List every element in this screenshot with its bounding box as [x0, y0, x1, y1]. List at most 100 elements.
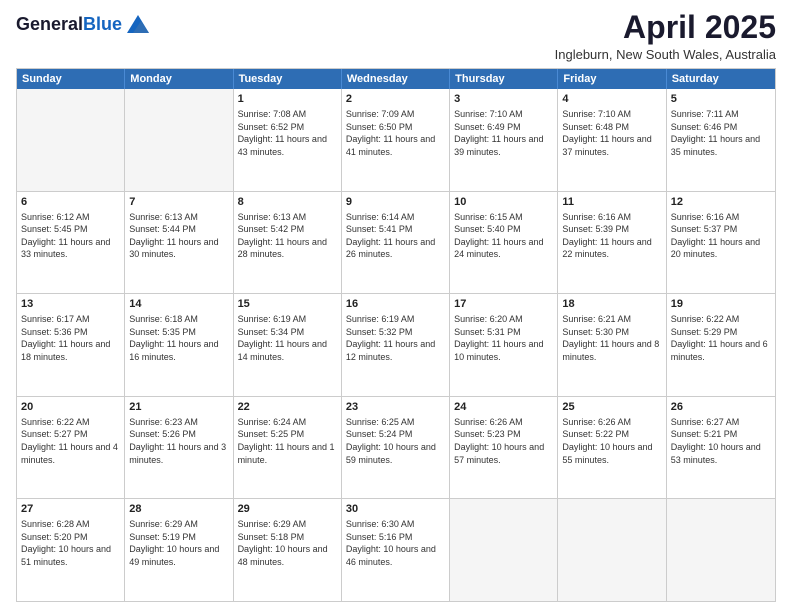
- day-number: 10: [454, 195, 553, 210]
- cell-info: Sunrise: 6:29 AMSunset: 5:18 PMDaylight:…: [238, 518, 337, 568]
- calendar-cell: 24Sunrise: 6:26 AMSunset: 5:23 PMDayligh…: [450, 397, 558, 499]
- day-number: 15: [238, 297, 337, 312]
- cell-info: Sunrise: 6:15 AMSunset: 5:40 PMDaylight:…: [454, 211, 553, 261]
- calendar-week-row: 13Sunrise: 6:17 AMSunset: 5:36 PMDayligh…: [17, 293, 775, 396]
- calendar-cell: [125, 89, 233, 191]
- cell-info: Sunrise: 6:13 AMSunset: 5:42 PMDaylight:…: [238, 211, 337, 261]
- day-number: 23: [346, 400, 445, 415]
- calendar-cell: 21Sunrise: 6:23 AMSunset: 5:26 PMDayligh…: [125, 397, 233, 499]
- day-number: 22: [238, 400, 337, 415]
- calendar-cell: 2Sunrise: 7:09 AMSunset: 6:50 PMDaylight…: [342, 89, 450, 191]
- calendar-cell: 16Sunrise: 6:19 AMSunset: 5:32 PMDayligh…: [342, 294, 450, 396]
- cell-info: Sunrise: 6:19 AMSunset: 5:34 PMDaylight:…: [238, 313, 337, 363]
- calendar-cell: 19Sunrise: 6:22 AMSunset: 5:29 PMDayligh…: [667, 294, 775, 396]
- calendar-cell: 14Sunrise: 6:18 AMSunset: 5:35 PMDayligh…: [125, 294, 233, 396]
- cell-info: Sunrise: 7:08 AMSunset: 6:52 PMDaylight:…: [238, 108, 337, 158]
- day-number: 12: [671, 195, 771, 210]
- calendar-cell: 8Sunrise: 6:13 AMSunset: 5:42 PMDaylight…: [234, 192, 342, 294]
- cell-info: Sunrise: 6:26 AMSunset: 5:22 PMDaylight:…: [562, 416, 661, 466]
- calendar-cell: [17, 89, 125, 191]
- calendar-cell: 1Sunrise: 7:08 AMSunset: 6:52 PMDaylight…: [234, 89, 342, 191]
- calendar-cell: 5Sunrise: 7:11 AMSunset: 6:46 PMDaylight…: [667, 89, 775, 191]
- logo-general: General: [16, 14, 83, 34]
- cell-info: Sunrise: 6:22 AMSunset: 5:29 PMDaylight:…: [671, 313, 771, 363]
- calendar-cell: 13Sunrise: 6:17 AMSunset: 5:36 PMDayligh…: [17, 294, 125, 396]
- calendar-cell: 7Sunrise: 6:13 AMSunset: 5:44 PMDaylight…: [125, 192, 233, 294]
- calendar-cell: 11Sunrise: 6:16 AMSunset: 5:39 PMDayligh…: [558, 192, 666, 294]
- cell-info: Sunrise: 6:20 AMSunset: 5:31 PMDaylight:…: [454, 313, 553, 363]
- calendar-cell: 30Sunrise: 6:30 AMSunset: 5:16 PMDayligh…: [342, 499, 450, 601]
- calendar-cell: 12Sunrise: 6:16 AMSunset: 5:37 PMDayligh…: [667, 192, 775, 294]
- cell-info: Sunrise: 6:27 AMSunset: 5:21 PMDaylight:…: [671, 416, 771, 466]
- cal-header-cell: Monday: [125, 69, 233, 89]
- cell-info: Sunrise: 6:13 AMSunset: 5:44 PMDaylight:…: [129, 211, 228, 261]
- day-number: 20: [21, 400, 120, 415]
- calendar-week-row: 20Sunrise: 6:22 AMSunset: 5:27 PMDayligh…: [17, 396, 775, 499]
- calendar-cell: [450, 499, 558, 601]
- calendar-header: SundayMondayTuesdayWednesdayThursdayFrid…: [17, 69, 775, 89]
- day-number: 16: [346, 297, 445, 312]
- day-number: 13: [21, 297, 120, 312]
- day-number: 17: [454, 297, 553, 312]
- cell-info: Sunrise: 6:17 AMSunset: 5:36 PMDaylight:…: [21, 313, 120, 363]
- calendar-cell: 9Sunrise: 6:14 AMSunset: 5:41 PMDaylight…: [342, 192, 450, 294]
- calendar-week-row: 6Sunrise: 6:12 AMSunset: 5:45 PMDaylight…: [17, 191, 775, 294]
- day-number: 30: [346, 502, 445, 517]
- day-number: 11: [562, 195, 661, 210]
- calendar-cell: 15Sunrise: 6:19 AMSunset: 5:34 PMDayligh…: [234, 294, 342, 396]
- day-number: 18: [562, 297, 661, 312]
- day-number: 4: [562, 92, 661, 107]
- calendar-cell: 10Sunrise: 6:15 AMSunset: 5:40 PMDayligh…: [450, 192, 558, 294]
- calendar-cell: 27Sunrise: 6:28 AMSunset: 5:20 PMDayligh…: [17, 499, 125, 601]
- cell-info: Sunrise: 7:10 AMSunset: 6:49 PMDaylight:…: [454, 108, 553, 158]
- cell-info: Sunrise: 6:24 AMSunset: 5:25 PMDaylight:…: [238, 416, 337, 466]
- cell-info: Sunrise: 6:30 AMSunset: 5:16 PMDaylight:…: [346, 518, 445, 568]
- day-number: 28: [129, 502, 228, 517]
- day-number: 9: [346, 195, 445, 210]
- day-number: 24: [454, 400, 553, 415]
- header: GeneralBlue April 2025 Ingleburn, New So…: [16, 10, 776, 62]
- day-number: 29: [238, 502, 337, 517]
- cell-info: Sunrise: 6:19 AMSunset: 5:32 PMDaylight:…: [346, 313, 445, 363]
- logo: GeneralBlue: [16, 14, 149, 35]
- day-number: 2: [346, 92, 445, 107]
- day-number: 26: [671, 400, 771, 415]
- cell-info: Sunrise: 7:10 AMSunset: 6:48 PMDaylight:…: [562, 108, 661, 158]
- logo-icon: [127, 15, 149, 33]
- cell-info: Sunrise: 6:29 AMSunset: 5:19 PMDaylight:…: [129, 518, 228, 568]
- calendar-cell: 3Sunrise: 7:10 AMSunset: 6:49 PMDaylight…: [450, 89, 558, 191]
- month-title: April 2025: [555, 10, 776, 45]
- calendar-cell: 20Sunrise: 6:22 AMSunset: 5:27 PMDayligh…: [17, 397, 125, 499]
- cell-info: Sunrise: 6:28 AMSunset: 5:20 PMDaylight:…: [21, 518, 120, 568]
- cal-header-cell: Sunday: [17, 69, 125, 89]
- day-number: 7: [129, 195, 228, 210]
- cal-header-cell: Thursday: [450, 69, 558, 89]
- calendar-cell: 22Sunrise: 6:24 AMSunset: 5:25 PMDayligh…: [234, 397, 342, 499]
- subtitle: Ingleburn, New South Wales, Australia: [555, 47, 776, 62]
- cell-info: Sunrise: 6:26 AMSunset: 5:23 PMDaylight:…: [454, 416, 553, 466]
- calendar-cell: [558, 499, 666, 601]
- cal-header-cell: Tuesday: [234, 69, 342, 89]
- calendar-week-row: 1Sunrise: 7:08 AMSunset: 6:52 PMDaylight…: [17, 89, 775, 191]
- calendar-cell: [667, 499, 775, 601]
- logo-general-text: GeneralBlue: [16, 14, 122, 35]
- day-number: 5: [671, 92, 771, 107]
- day-number: 3: [454, 92, 553, 107]
- calendar-cell: 28Sunrise: 6:29 AMSunset: 5:19 PMDayligh…: [125, 499, 233, 601]
- day-number: 21: [129, 400, 228, 415]
- cell-info: Sunrise: 7:11 AMSunset: 6:46 PMDaylight:…: [671, 108, 771, 158]
- cell-info: Sunrise: 6:21 AMSunset: 5:30 PMDaylight:…: [562, 313, 661, 363]
- day-number: 8: [238, 195, 337, 210]
- page: GeneralBlue April 2025 Ingleburn, New So…: [0, 0, 792, 612]
- calendar-cell: 29Sunrise: 6:29 AMSunset: 5:18 PMDayligh…: [234, 499, 342, 601]
- day-number: 14: [129, 297, 228, 312]
- cell-info: Sunrise: 6:22 AMSunset: 5:27 PMDaylight:…: [21, 416, 120, 466]
- cal-header-cell: Friday: [558, 69, 666, 89]
- calendar-cell: 4Sunrise: 7:10 AMSunset: 6:48 PMDaylight…: [558, 89, 666, 191]
- day-number: 25: [562, 400, 661, 415]
- cal-header-cell: Saturday: [667, 69, 775, 89]
- cell-info: Sunrise: 6:23 AMSunset: 5:26 PMDaylight:…: [129, 416, 228, 466]
- logo-blue: Blue: [83, 14, 122, 34]
- day-number: 6: [21, 195, 120, 210]
- calendar: SundayMondayTuesdayWednesdayThursdayFrid…: [16, 68, 776, 602]
